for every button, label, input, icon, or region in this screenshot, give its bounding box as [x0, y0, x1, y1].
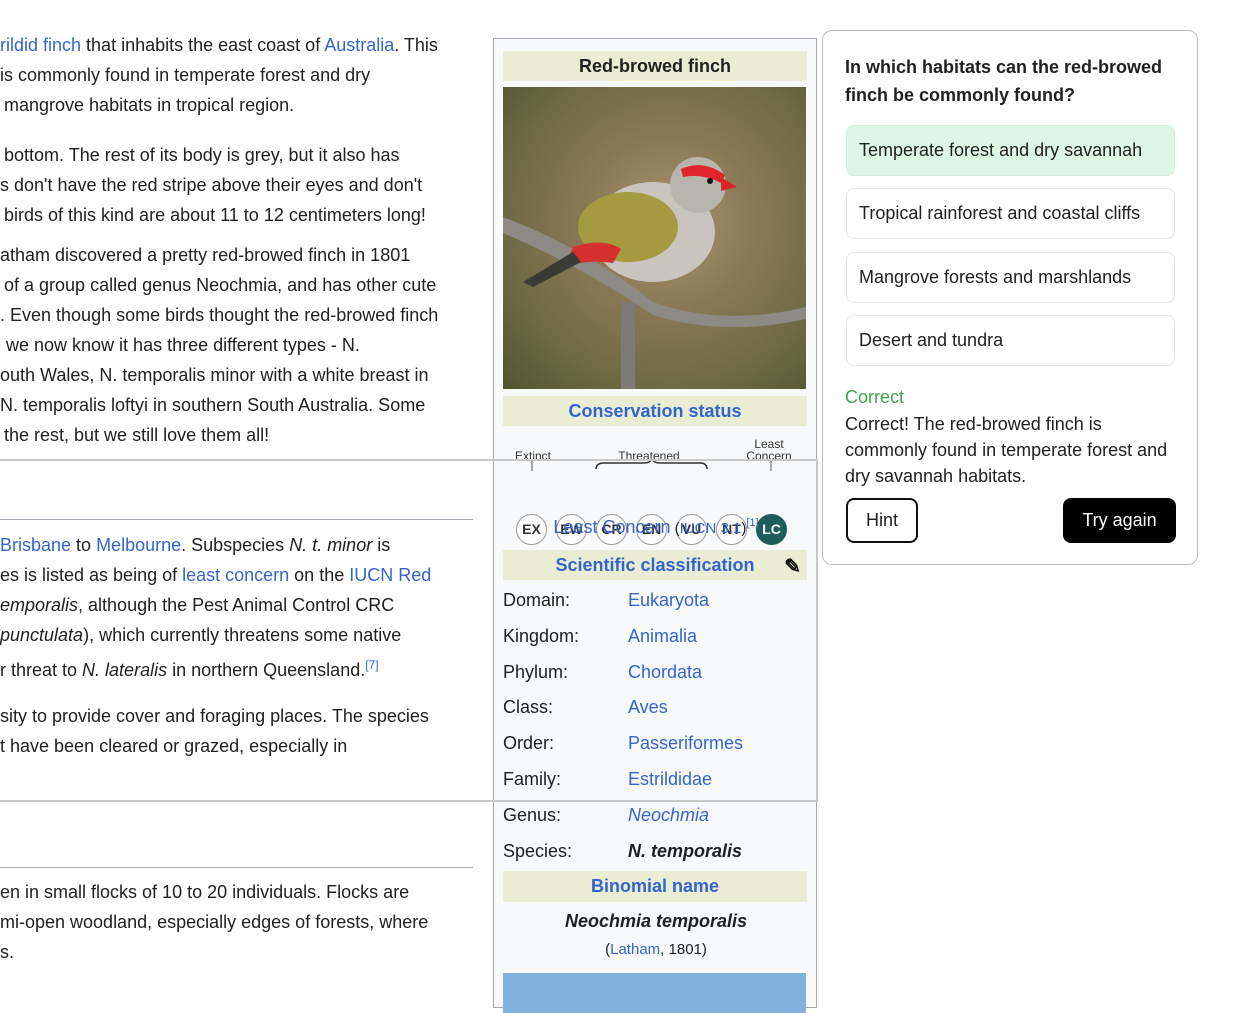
scientific-classification-link[interactable]: Scientific classification	[555, 555, 754, 575]
article-text: , although the Pest Animal Control CRC	[78, 595, 395, 615]
taxon-name: N. temporalis	[628, 840, 743, 861]
article-link[interactable]: Melbourne	[96, 535, 181, 555]
quiz-question: In which habitats can the red-browed fin…	[845, 57, 1163, 105]
conservation-status: Least Concern (IUCN 3.1)[1]	[494, 517, 818, 538]
article-link[interactable]: IUCN Red	[349, 565, 431, 585]
pencil-icon[interactable]: ✎	[784, 552, 801, 582]
rank-label: Genus:	[503, 804, 562, 825]
article-text: . Subspecies	[181, 535, 290, 555]
explanation-text: Correct! The red-browed finch is commonl…	[845, 414, 1168, 486]
rank-label: Kingdom:	[503, 625, 580, 646]
rank-label: Species:	[503, 840, 573, 861]
article-link[interactable]: rildid finch	[0, 35, 81, 55]
taxon-link[interactable]: Neochmia	[628, 805, 709, 826]
article-text: . This	[394, 35, 438, 55]
article-line: es is listed as being of least concern o…	[0, 564, 431, 586]
article-text: on the	[289, 565, 350, 585]
article-text: N. t. minor	[289, 535, 373, 555]
answer-option[interactable]: Temperate forest and dry savannah	[846, 125, 1175, 176]
article-line: r threat to N. lateralis in northern Que…	[0, 654, 379, 681]
authority-year: , 1801)	[660, 941, 707, 958]
article-line: mangrove habitats in tropical region.	[4, 95, 295, 115]
article-link[interactable]: Australia	[324, 35, 394, 55]
article-line: we now know it has three different types…	[6, 335, 360, 355]
article-text: ), which currently threatens some native	[83, 625, 402, 645]
article-text: emporalis	[0, 595, 79, 615]
quiz-panel: In which habitats can the red-browed fin…	[822, 30, 1198, 565]
article-line: t have been cleared or grazed, especiall…	[0, 736, 348, 756]
article-line: sity to provide cover and foraging place…	[0, 706, 429, 726]
binomial-name-link[interactable]: Binomial name	[591, 876, 719, 896]
article-line: N. temporalis loftyi in southern South A…	[0, 395, 426, 415]
try-again-button[interactable]: Try again	[1063, 498, 1176, 543]
iucn-link[interactable]: IUCN 3.1	[680, 520, 742, 537]
finch-illustration	[503, 157, 806, 389]
article-line: s don't have the red stripe above their …	[0, 175, 423, 195]
article-line: rildid finch that inhabits the east coas…	[0, 34, 438, 56]
article-line: of a group called genus Neochmia, and ha…	[4, 275, 437, 295]
article-link[interactable]: [7]	[365, 658, 378, 672]
article-line: atham discovered a pretty red-browed fin…	[0, 245, 411, 265]
article-line: Brisbane to Melbourne. Subspecies N. t. …	[0, 534, 390, 556]
taxon-link[interactable]: Eukaryota	[628, 590, 709, 611]
rank-label: Family:	[503, 769, 561, 789]
answer-option[interactable]: Tropical rainforest and coastal cliffs	[846, 188, 1175, 240]
conservation-status-header[interactable]: Conservation status	[503, 396, 807, 426]
article-line: s.	[0, 942, 15, 962]
scale-brackets	[531, 459, 772, 471]
article-line: is commonly found in temperate forest an…	[0, 65, 371, 85]
taxon-link[interactable]: Chordata	[628, 662, 702, 683]
binomial-name: Neochmia temporalis	[564, 911, 748, 931]
answer-option[interactable]: Mangrove forests and marshlands	[846, 251, 1175, 303]
article-line: birds of this kind are about 11 to 12 ce…	[4, 205, 426, 225]
article-line: . Even though some birds thought the red…	[0, 305, 439, 325]
article-link[interactable]: Brisbane	[0, 535, 71, 555]
article-text: is	[372, 535, 391, 555]
article-line: outh Wales, N. temporalis minor with a w…	[0, 365, 429, 385]
article-text: in northern Queensland.	[167, 660, 366, 680]
rank-label: Order:	[503, 733, 555, 754]
range-map[interactable]	[503, 973, 806, 1013]
answer-option[interactable]: Desert and tundra	[846, 314, 1175, 366]
article-line: punctulata), which currently threatens s…	[0, 624, 401, 646]
article-line: mi-open woodland, especially edges of fo…	[0, 912, 429, 932]
authority: (Latham, 1801)	[494, 941, 818, 958]
article-text: that inhabits the east coast of	[81, 35, 325, 55]
rank-label: Phylum:	[503, 661, 569, 682]
taxon-link[interactable]: Passeriformes	[628, 733, 743, 754]
paren: (	[670, 520, 680, 537]
article-text: r threat to	[0, 660, 83, 680]
article-line: emporalis, although the Pest Animal Cont…	[0, 594, 394, 616]
bird-photo[interactable]	[503, 87, 806, 389]
infobox-title: Red-browed finch	[503, 51, 807, 81]
latham-link[interactable]: Latham	[610, 941, 660, 958]
hint-button[interactable]: Hint	[846, 498, 918, 543]
article-text: N. lateralis	[82, 660, 168, 680]
article-line: the rest, but we still love them all!	[4, 425, 270, 445]
binomial-name-header: Binomial name	[503, 871, 807, 902]
article-text: to	[71, 535, 97, 555]
article-link[interactable]: least concern	[182, 565, 289, 585]
infobox: Red-browed finch Conservation status Ext…	[493, 38, 818, 1013]
article-line: bottom. The rest of its body is grey, bu…	[4, 145, 400, 165]
article-text: es is listed as being of	[0, 565, 183, 585]
least-concern-link[interactable]: Least Concern	[553, 517, 670, 537]
conservation-status-link[interactable]: Conservation status	[568, 401, 741, 421]
article-text: punctulata	[0, 625, 84, 645]
taxon-link[interactable]: Estrildidae	[628, 769, 712, 790]
reference-link[interactable]: [1]	[746, 517, 758, 529]
scientific-classification-header: Scientific classification ✎	[503, 550, 807, 580]
rank-label: Class:	[503, 697, 554, 718]
section-divider	[0, 867, 473, 868]
rank-label: Domain:	[503, 590, 571, 610]
section-divider	[0, 519, 473, 520]
taxon-link[interactable]: Animalia	[628, 626, 697, 647]
taxon-link[interactable]: Aves	[628, 697, 668, 718]
article-line: en in small flocks of 10 to 20 individua…	[0, 882, 410, 902]
result-label: Correct	[845, 387, 905, 407]
